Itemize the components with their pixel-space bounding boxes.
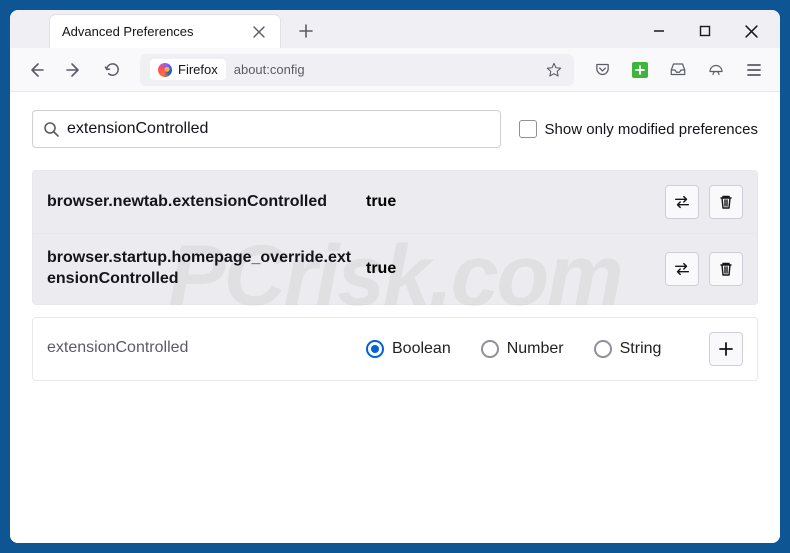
close-tab-icon[interactable] [250,23,268,41]
browser-window: Advanced Preferences [10,10,780,543]
vpn-shield-icon[interactable] [700,54,732,86]
new-pref-actions [709,332,743,366]
pref-name: browser.startup.homepage_override.extens… [47,248,352,290]
new-pref-name: extensionControlled [47,338,352,359]
swap-icon [673,260,691,278]
toggle-button[interactable] [665,252,699,286]
trash-icon [718,261,734,277]
toolbar: Firefox about:config [10,48,780,92]
pref-value: true [366,260,466,278]
forward-button[interactable] [58,54,90,86]
radio-label-string: String [620,340,662,358]
hamburger-menu-icon[interactable] [738,54,770,86]
new-pref-panel: extensionControlled Boolean Number Strin… [32,317,758,381]
radio-input-string[interactable] [594,340,612,358]
pref-actions [665,185,743,219]
about-config-content: Show only modified preferences browser.n… [10,92,780,543]
search-input[interactable] [67,120,490,138]
extensions-icon[interactable] [624,54,656,86]
back-button[interactable] [20,54,52,86]
address-identity-chip[interactable]: Firefox [150,59,226,80]
new-pref-row: extensionControlled Boolean Number Strin… [33,318,757,380]
close-window-button[interactable] [742,22,760,40]
minimize-button[interactable] [650,22,668,40]
radio-label-number: Number [507,340,564,358]
bookmark-star-icon[interactable] [544,60,564,80]
plus-icon [718,341,734,357]
new-tab-button[interactable] [292,17,320,45]
swap-icon [673,193,691,211]
tab-title: Advanced Preferences [62,24,250,39]
checkbox-show-modified[interactable] [519,120,537,138]
trash-icon [718,194,734,210]
show-only-modified-label: Show only modified preferences [545,121,758,138]
maximize-button[interactable] [696,22,714,40]
pref-value: true [366,193,466,211]
pocket-icon[interactable] [586,54,618,86]
prefs-table: browser.newtab.extensionControlled true … [32,170,758,305]
type-radio-group: Boolean Number String [366,340,695,358]
delete-button[interactable] [709,252,743,286]
radio-string[interactable]: String [594,340,662,358]
inbox-icon[interactable] [662,54,694,86]
radio-label-boolean: Boolean [392,340,451,358]
search-icon [43,121,59,137]
firefox-logo-icon [158,63,172,77]
pref-actions [665,252,743,286]
radio-input-number[interactable] [481,340,499,358]
reload-button[interactable] [96,54,128,86]
pref-name: browser.newtab.extensionControlled [47,192,352,213]
toggle-button[interactable] [665,185,699,219]
tab-advanced-preferences[interactable]: Advanced Preferences [50,15,280,49]
window-controls [650,22,772,40]
search-row: Show only modified preferences [32,110,758,148]
address-brand: Firefox [178,62,218,77]
address-url: about:config [234,62,305,77]
search-box[interactable] [32,110,501,148]
radio-boolean[interactable]: Boolean [366,340,451,358]
radio-number[interactable]: Number [481,340,564,358]
pref-row[interactable]: browser.startup.homepage_override.extens… [33,234,757,304]
show-only-modified-row[interactable]: Show only modified preferences [519,120,758,138]
radio-input-boolean[interactable] [366,340,384,358]
add-pref-button[interactable] [709,332,743,366]
address-bar[interactable]: Firefox about:config [140,54,574,86]
pref-row[interactable]: browser.newtab.extensionControlled true [33,171,757,234]
delete-button[interactable] [709,185,743,219]
titlebar: Advanced Preferences [10,10,780,48]
